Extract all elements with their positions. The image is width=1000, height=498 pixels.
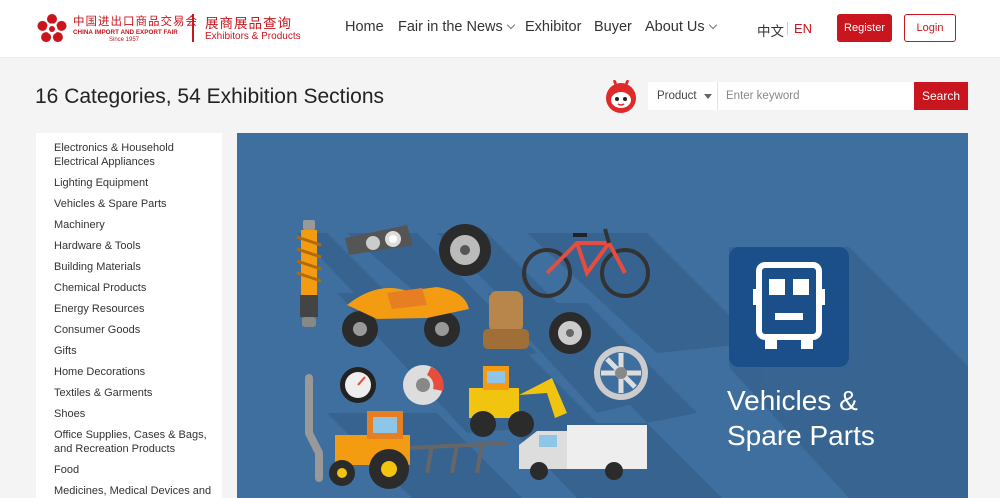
search-input[interactable]: [718, 82, 914, 110]
logo-chinese-name: 中国进出口商品交易会: [73, 14, 198, 28]
nav-fair-in-the-news[interactable]: Fair in the News: [398, 19, 516, 35]
category-item[interactable]: Machinery: [36, 218, 222, 232]
category-item[interactable]: Textiles & Garments: [36, 386, 222, 400]
logo-divider: [192, 14, 194, 42]
logo-since: Since 1957: [109, 37, 140, 43]
category-item[interactable]: Chemical Products: [36, 281, 222, 295]
language-english[interactable]: EN: [794, 21, 812, 36]
search-bar: Product Search: [648, 82, 968, 110]
top-header: 中国进出口商品交易会 CHINA IMPORT AND EXPORT FAIR …: [0, 0, 1000, 58]
category-item[interactable]: Vehicles & Spare Parts: [36, 197, 222, 211]
category-item[interactable]: Medicines, Medical Devices and: [36, 484, 222, 498]
canton-fair-flower-icon: [37, 14, 67, 43]
truck-icon: [729, 247, 849, 367]
nav-home[interactable]: Home: [345, 19, 384, 35]
mascot-icon: [606, 79, 636, 113]
search-type-select[interactable]: Product: [648, 82, 718, 110]
banner-category-title: Vehicles & Spare Parts: [727, 385, 875, 451]
brake-disc-icon: [549, 312, 591, 354]
tire-icon: [439, 224, 491, 276]
category-item[interactable]: Home Decorations: [36, 365, 222, 379]
nav-about-label: About Us: [645, 19, 705, 35]
speedometer-icon: [340, 367, 376, 403]
category-item[interactable]: Gifts: [36, 344, 222, 358]
nav-buyer[interactable]: Buyer: [594, 19, 632, 35]
register-button[interactable]: Register: [837, 14, 892, 42]
category-item[interactable]: Hardware & Tools: [36, 239, 222, 253]
category-item[interactable]: Energy Resources: [36, 302, 222, 316]
logo-english-name: CHINA IMPORT AND EXPORT FAIR: [73, 29, 178, 36]
category-sidebar: Electronics & Household Electrical Appli…: [36, 133, 222, 498]
category-item[interactable]: Building Materials: [36, 260, 222, 274]
nav-home-label: Home: [345, 19, 384, 35]
category-item[interactable]: Lighting Equipment: [36, 176, 222, 190]
chevron-down-icon: [506, 20, 516, 30]
category-item[interactable]: Office Supplies, Cases & Bags, and Recre…: [36, 428, 222, 456]
language-chinese[interactable]: 中文: [757, 20, 784, 40]
exhaust-pipe-icon: [305, 374, 323, 482]
car-seat-icon: [483, 291, 529, 349]
category-item[interactable]: Consumer Goods: [36, 323, 222, 337]
search-button[interactable]: Search: [914, 82, 968, 110]
category-item[interactable]: Electronics & Household Electrical Appli…: [36, 141, 222, 169]
chevron-down-icon: [708, 20, 717, 30]
login-button[interactable]: Login: [904, 14, 956, 42]
search-type-value: Product: [657, 90, 697, 102]
nav-exhibitor[interactable]: Exhibitor: [525, 19, 581, 35]
logo-site-subtitle: Exhibitors & Products: [205, 31, 301, 42]
category-item[interactable]: Food: [36, 463, 222, 477]
language-divider: [787, 22, 788, 35]
caret-down-icon: [704, 94, 712, 99]
category-item[interactable]: Shoes: [36, 407, 222, 421]
alloy-wheel-icon: [594, 346, 648, 400]
category-banner: Vehicles & Spare Parts: [237, 133, 968, 498]
site-logo[interactable]: 中国进出口商品交易会 CHINA IMPORT AND EXPORT FAIR …: [36, 11, 301, 47]
logo-site-title: 展商展品查询: [205, 16, 292, 31]
nav-about-us[interactable]: About Us: [645, 19, 717, 35]
nav-exhibitor-label: Exhibitor: [525, 19, 582, 35]
nav-buyer-label: Buyer: [594, 19, 632, 35]
nav-news-label: Fair in the News: [398, 19, 503, 35]
page-title: 16 Categories, 54 Exhibition Sections: [35, 85, 385, 108]
